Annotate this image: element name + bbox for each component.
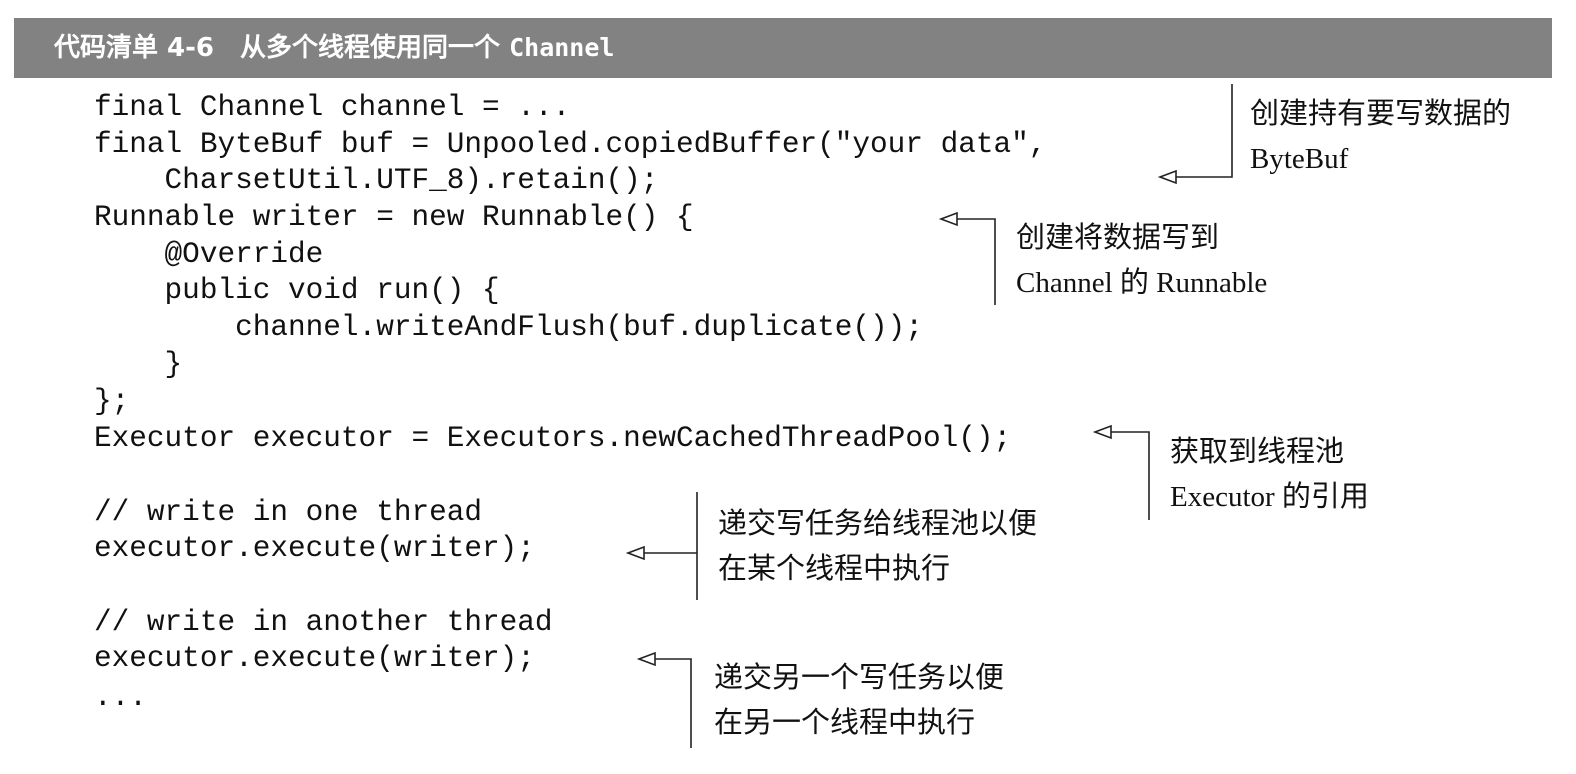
leader-line (655, 658, 692, 748)
arrow-left-icon (938, 211, 958, 227)
annotation-create-runnable: 创建将数据写到 Channel 的 Runnable (1016, 216, 1267, 306)
annotation-submit-another-task: 递交另一个写任务以便 在另一个线程中执行 (714, 656, 1004, 746)
leader-line (644, 492, 698, 600)
annotation-line: 在另一个线程中执行 (714, 707, 976, 739)
annotation-line: 在某个线程中执行 (718, 553, 951, 585)
arrow-left-icon (636, 651, 656, 667)
annotation-get-executor: 获取到线程池 Executor 的引用 (1170, 430, 1369, 520)
annotation-line: 创建将数据写到 (1016, 222, 1220, 254)
annotation-line: 递交写任务给线程池以便 (718, 508, 1038, 540)
annotation-line: 递交另一个写任务以便 (714, 662, 1005, 694)
annotation-create-bytebuf: 创建持有要写数据的 ByteBuf (1250, 92, 1511, 182)
annotation-line: Executor 的引用 (1170, 481, 1369, 513)
arrow-left-icon (625, 545, 645, 561)
annotation-line: 获取到线程池 (1170, 436, 1345, 468)
leader-line (1111, 431, 1150, 520)
annotation-line: 创建持有要写数据的 (1250, 98, 1512, 130)
arrow-left-icon (1092, 424, 1112, 440)
leader-line (957, 218, 996, 305)
annotation-submit-task: 递交写任务给线程池以便 在某个线程中执行 (718, 502, 1037, 592)
leader-line (1176, 84, 1233, 178)
annotation-line: ByteBuf (1250, 143, 1349, 175)
annotation-line: Channel 的 Runnable (1016, 267, 1268, 299)
arrow-left-icon (1157, 169, 1177, 185)
